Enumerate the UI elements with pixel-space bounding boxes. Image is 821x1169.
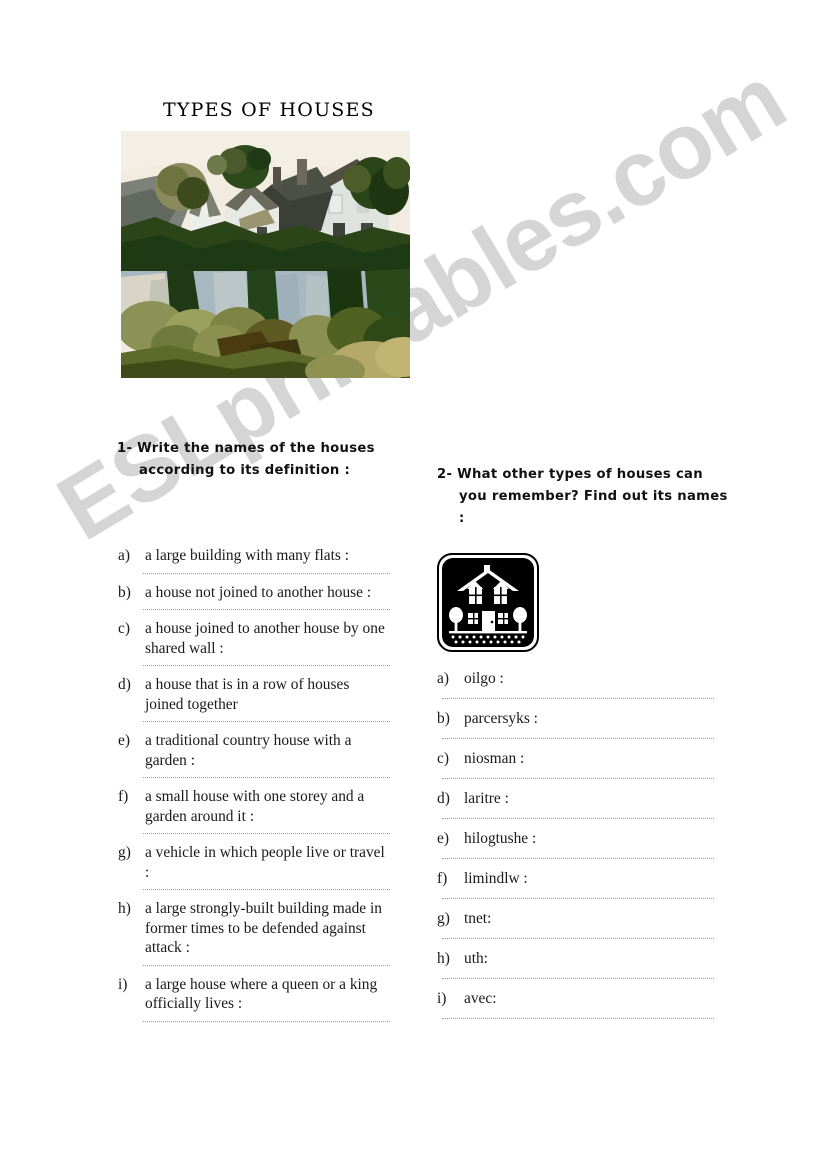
list-item-letter: i)	[118, 975, 128, 993]
answer-line[interactable]	[442, 938, 714, 939]
list-item: h) uth:	[437, 949, 714, 969]
list-item-letter: a)	[437, 670, 449, 687]
list-item: f) limindlw :	[437, 869, 714, 889]
list-item-letter: f)	[437, 870, 448, 887]
list-item-letter: e)	[437, 830, 449, 847]
exercise-2-heading: 2- What other types of houses can you re…	[437, 467, 728, 526]
answer-line[interactable]	[143, 889, 390, 890]
list-item: a) oilgo :	[437, 669, 714, 689]
list-item: e) a traditional country house with a gar…	[118, 731, 390, 770]
list-item-text: tnet:	[464, 910, 492, 927]
list-item-letter: h)	[118, 900, 131, 917]
list-item: e) hilogtushe :	[437, 829, 714, 849]
cottages-photo	[121, 131, 410, 378]
answer-line[interactable]	[442, 698, 714, 699]
list-item-letter: g)	[437, 910, 450, 927]
list-item-letter: i)	[437, 990, 447, 1007]
list-item-text: a large strongly-built building made in …	[145, 900, 382, 956]
list-item: b) a house not joined to another house :	[118, 583, 390, 603]
list-item-text: a vehicle in which people live or travel…	[145, 844, 385, 881]
list-item-text: laritre :	[464, 790, 509, 807]
list-item-letter: g)	[118, 844, 131, 861]
list-item: i) avec:	[437, 989, 714, 1009]
answer-line[interactable]	[442, 978, 714, 979]
list-item: h) a large strongly-built building made i…	[118, 899, 390, 958]
exercise-2-list: a) oilgo : b) parcersyks : c) niosman : d) lar…	[437, 669, 714, 1029]
answer-line[interactable]	[143, 609, 390, 610]
list-item-letter: c)	[437, 750, 449, 767]
list-item: g) a vehicle in which people live or trav…	[118, 843, 390, 882]
list-item-text: a large house where a queen or a king of…	[145, 975, 378, 1013]
answer-line[interactable]	[442, 858, 714, 859]
list-item-text: a small house with one storey and a gard…	[145, 788, 365, 825]
list-item-letter: e)	[118, 732, 130, 749]
page-title: TYPES OF HOUSES	[163, 99, 375, 121]
list-item-letter: b)	[437, 710, 450, 727]
list-item-letter: h)	[437, 950, 450, 967]
list-item-letter: c)	[118, 620, 130, 637]
answer-line[interactable]	[143, 833, 390, 834]
list-item-letter: b)	[118, 583, 131, 601]
list-item-text: hilogtushe :	[464, 830, 537, 847]
list-item: f) a small house with one storey and a ga…	[118, 787, 390, 826]
list-item: i) a large house where a queen or a king …	[118, 975, 390, 1014]
answer-line[interactable]	[143, 572, 390, 574]
answer-line[interactable]	[143, 777, 390, 778]
list-item-text: a house that is in a row of houses joine…	[145, 676, 350, 713]
list-item-text: a traditional country house with a garde…	[145, 732, 352, 769]
list-item-text: limindlw :	[464, 870, 528, 887]
list-item: c) a house joined to another house by one…	[118, 619, 390, 658]
list-item-letter: d)	[437, 790, 450, 807]
answer-line[interactable]	[143, 665, 390, 666]
worksheet-page: TYPES OF HOUSES 1- Write the names of th…	[0, 0, 821, 1169]
list-item-text: oilgo :	[464, 670, 504, 687]
list-item: c) niosman :	[437, 749, 714, 769]
list-item: b) parcersyks :	[437, 709, 714, 729]
answer-line[interactable]	[143, 1020, 390, 1022]
answer-line[interactable]	[442, 778, 714, 779]
list-item-text: avec:	[464, 990, 497, 1007]
answer-line[interactable]	[442, 1018, 714, 1019]
house-icon	[437, 553, 539, 652]
list-item: a) a large building with many flats :	[118, 546, 390, 566]
list-item-letter: d)	[118, 676, 131, 693]
list-item-text: uth:	[464, 950, 488, 967]
list-item-letter: f)	[118, 788, 129, 805]
list-item-text: niosman :	[464, 750, 525, 767]
answer-line[interactable]	[442, 898, 714, 899]
list-item-text: parcersyks :	[464, 710, 538, 727]
answer-line[interactable]	[442, 738, 714, 739]
list-item-letter: a)	[118, 547, 130, 564]
list-item-text: a house not joined to another house :	[145, 583, 372, 601]
list-item: d) laritre :	[437, 789, 714, 809]
answer-line[interactable]	[143, 721, 390, 722]
exercise-1-list: a) a large building with many flats : b) a …	[118, 546, 390, 1031]
answer-line[interactable]	[143, 964, 390, 966]
exercise-1-heading: 1- Write the names of the houses accordi…	[117, 441, 375, 478]
list-item: d) a house that is in a row of houses joi…	[118, 675, 390, 714]
list-item-text: a large building with many flats :	[145, 547, 350, 564]
list-item: g) tnet:	[437, 909, 714, 929]
list-item-text: a house joined to another house by one s…	[145, 620, 385, 657]
answer-line[interactable]	[442, 818, 714, 819]
